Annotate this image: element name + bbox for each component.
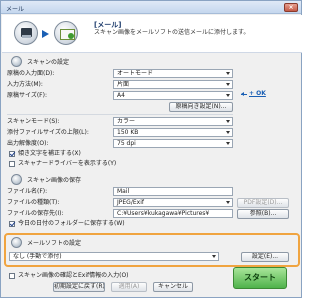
start-button[interactable]: スタート bbox=[233, 267, 287, 289]
chevron-down-icon bbox=[226, 201, 230, 204]
ratio-link[interactable]: + OK bbox=[249, 90, 266, 97]
chevron-down-icon bbox=[226, 120, 230, 123]
divider bbox=[7, 114, 233, 115]
save-settings-icon bbox=[11, 174, 22, 185]
pdf-settings-button[interactable]: PDF設定(D)... bbox=[237, 198, 289, 208]
mail-dialog: メール × [メール] スキャン画像をメールソフトの送信メールに添付します。 ス… bbox=[0, 0, 302, 298]
confirm-label: スキャン画像の確認とExif情報の入力(O) bbox=[18, 272, 129, 279]
file-type-label: ファイルの種類(T): bbox=[7, 199, 60, 206]
cancel-button[interactable]: キャンセル bbox=[153, 282, 193, 292]
source-value: オートモード bbox=[117, 70, 154, 77]
filename-input[interactable]: Mail bbox=[113, 187, 233, 196]
file-size-select[interactable]: 150 KB bbox=[113, 128, 233, 137]
save-settings-title: スキャン画像の保存 bbox=[27, 177, 82, 184]
scanner-icon bbox=[14, 21, 38, 45]
header-description: スキャン画像をメールソフトの送信メールに添付します。 bbox=[94, 29, 250, 36]
window-title: メール bbox=[6, 6, 25, 13]
close-button[interactable]: × bbox=[284, 3, 298, 12]
file-type-value: JPEG/Exif bbox=[117, 199, 144, 206]
mail-app-value: なし (手動で添付) bbox=[13, 253, 62, 260]
mail-settings-button[interactable]: 設定(E)... bbox=[241, 252, 289, 262]
chevron-down-icon bbox=[226, 131, 230, 134]
mode-value: カラー bbox=[117, 118, 136, 125]
mail-settings-title: メールソフトの設定 bbox=[27, 240, 82, 247]
mode-label: スキャンモード(S): bbox=[7, 118, 60, 125]
driver-checkbox[interactable] bbox=[9, 161, 15, 167]
deskew-label: 傾き文字を補正する(X) bbox=[18, 150, 81, 157]
file-size-label: 添付ファイルサイズの上限(L): bbox=[7, 129, 89, 136]
chevron-down-icon bbox=[226, 142, 230, 145]
mail-icon bbox=[54, 21, 78, 45]
apply-button[interactable]: 適用(A) bbox=[111, 282, 147, 292]
title-bar: メール × bbox=[1, 1, 301, 14]
filename-label: ファイル名(F): bbox=[7, 188, 48, 195]
chevron-down-icon bbox=[226, 94, 230, 97]
file-type-select[interactable]: JPEG/Exif bbox=[113, 198, 233, 207]
size-label: 原稿サイズ(F): bbox=[7, 92, 47, 99]
browse-button[interactable]: 参照(B)... bbox=[237, 209, 289, 219]
resolution-value: 75 dpi bbox=[117, 140, 136, 147]
driver-label: スキャナードライバーを表示する(Y) bbox=[18, 160, 117, 167]
source-label: 原稿の入力面(D): bbox=[7, 70, 55, 77]
chevron-down-icon bbox=[226, 83, 230, 86]
mail-app-select[interactable]: なし (手動で添付) bbox=[9, 252, 219, 261]
subfolder-checkbox[interactable] bbox=[9, 221, 15, 227]
resolution-select[interactable]: 75 dpi bbox=[113, 139, 233, 148]
chevron-down-icon bbox=[212, 255, 216, 258]
size-detail-button[interactable]: 原稿向き設定(N)... bbox=[169, 102, 233, 112]
arrow-right-icon bbox=[42, 30, 49, 38]
mail-settings-icon bbox=[11, 237, 22, 248]
source-select[interactable]: オートモード bbox=[113, 69, 233, 78]
chevron-down-icon bbox=[226, 72, 230, 75]
reset-button[interactable]: 初期設定に戻す(R) bbox=[53, 282, 105, 292]
header-panel: [メール] スキャン画像をメールソフトの送信メールに添付します。 bbox=[2, 15, 302, 53]
confirm-checkbox[interactable] bbox=[9, 273, 15, 279]
input-method-value: 片面 bbox=[117, 81, 130, 88]
input-method-select[interactable]: 片面 bbox=[113, 80, 233, 89]
size-value: A4 bbox=[117, 92, 125, 99]
scan-settings-title: スキャンの設定 bbox=[27, 59, 70, 66]
deskew-checkbox[interactable] bbox=[9, 151, 15, 157]
location-input[interactable]: C:¥Users¥kukagawa¥Pictures¥ bbox=[113, 209, 233, 218]
file-size-value: 150 KB bbox=[117, 129, 139, 136]
resolution-label: 出力解像度(O): bbox=[7, 140, 49, 147]
input-method-label: 入力方法(M): bbox=[7, 81, 43, 88]
size-select[interactable]: A4 bbox=[113, 91, 233, 100]
mode-select[interactable]: カラー bbox=[113, 117, 233, 126]
location-label: ファイルの保存先(I): bbox=[7, 210, 64, 217]
scan-settings-icon bbox=[11, 56, 22, 67]
subfolder-label: 今日の日付のフォルダーに保存する(W) bbox=[18, 220, 125, 227]
